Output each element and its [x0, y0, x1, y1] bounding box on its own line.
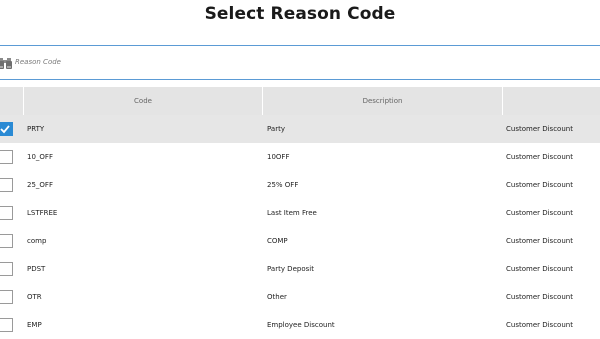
- row-checkbox[interactable]: [0, 122, 13, 136]
- table-row[interactable]: LSTFREE Last Item Free Customer Discount: [0, 199, 600, 227]
- row-code: PDST: [27, 265, 46, 273]
- row-code: comp: [27, 237, 47, 245]
- search-bar: [0, 45, 600, 80]
- row-description: Employee Discount: [267, 321, 335, 329]
- row-type: Customer Discount: [506, 293, 573, 301]
- row-description: COMP: [267, 237, 288, 245]
- row-description: Other: [267, 293, 287, 301]
- row-checkbox[interactable]: [0, 290, 13, 304]
- row-checkbox[interactable]: [0, 150, 13, 164]
- table-header: Code Description: [0, 87, 600, 115]
- row-checkbox[interactable]: [0, 318, 13, 332]
- table-row[interactable]: comp COMP Customer Discount: [0, 227, 600, 255]
- row-checkbox[interactable]: [0, 178, 13, 192]
- row-type: Customer Discount: [506, 125, 573, 133]
- row-description: 25% OFF: [267, 181, 299, 189]
- row-code: LSTFREE: [27, 209, 58, 217]
- row-code: PRTY: [27, 125, 45, 133]
- row-type: Customer Discount: [506, 153, 573, 161]
- row-checkbox[interactable]: [0, 262, 13, 276]
- reason-code-search-input[interactable]: [15, 54, 575, 70]
- column-header-description[interactable]: Description: [263, 87, 502, 115]
- row-code: 10_OFF: [27, 153, 53, 161]
- row-code: 25_OFF: [27, 181, 53, 189]
- column-header-type[interactable]: [503, 87, 600, 115]
- table-row[interactable]: PDST Party Deposit Customer Discount: [0, 255, 600, 283]
- row-code: EMP: [27, 321, 42, 329]
- reason-code-list: PRTY Party Customer Discount 10_OFF 10OF…: [0, 115, 600, 339]
- row-description: Party Deposit: [267, 265, 314, 273]
- page-title: Select Reason Code: [204, 4, 396, 24]
- row-type: Customer Discount: [506, 265, 573, 273]
- row-code: OTR: [27, 293, 42, 301]
- row-type: Customer Discount: [506, 321, 573, 329]
- table-row[interactable]: OTR Other Customer Discount: [0, 283, 600, 311]
- row-type: Customer Discount: [506, 209, 573, 217]
- table-row[interactable]: 10_OFF 10OFF Customer Discount: [0, 143, 600, 171]
- row-checkbox[interactable]: [0, 234, 13, 248]
- binoculars-icon[interactable]: [0, 55, 12, 69]
- row-description: Party: [267, 125, 285, 133]
- row-checkbox[interactable]: [0, 206, 13, 220]
- table-row[interactable]: PRTY Party Customer Discount: [0, 115, 600, 143]
- column-header-code[interactable]: Code: [24, 87, 262, 115]
- checkmark-icon: [0, 125, 10, 134]
- table-row[interactable]: EMP Employee Discount Customer Discount: [0, 311, 600, 339]
- row-type: Customer Discount: [506, 181, 573, 189]
- row-description: Last Item Free: [267, 209, 317, 217]
- table-row[interactable]: 25_OFF 25% OFF Customer Discount: [0, 171, 600, 199]
- row-description: 10OFF: [267, 153, 290, 161]
- row-type: Customer Discount: [506, 237, 573, 245]
